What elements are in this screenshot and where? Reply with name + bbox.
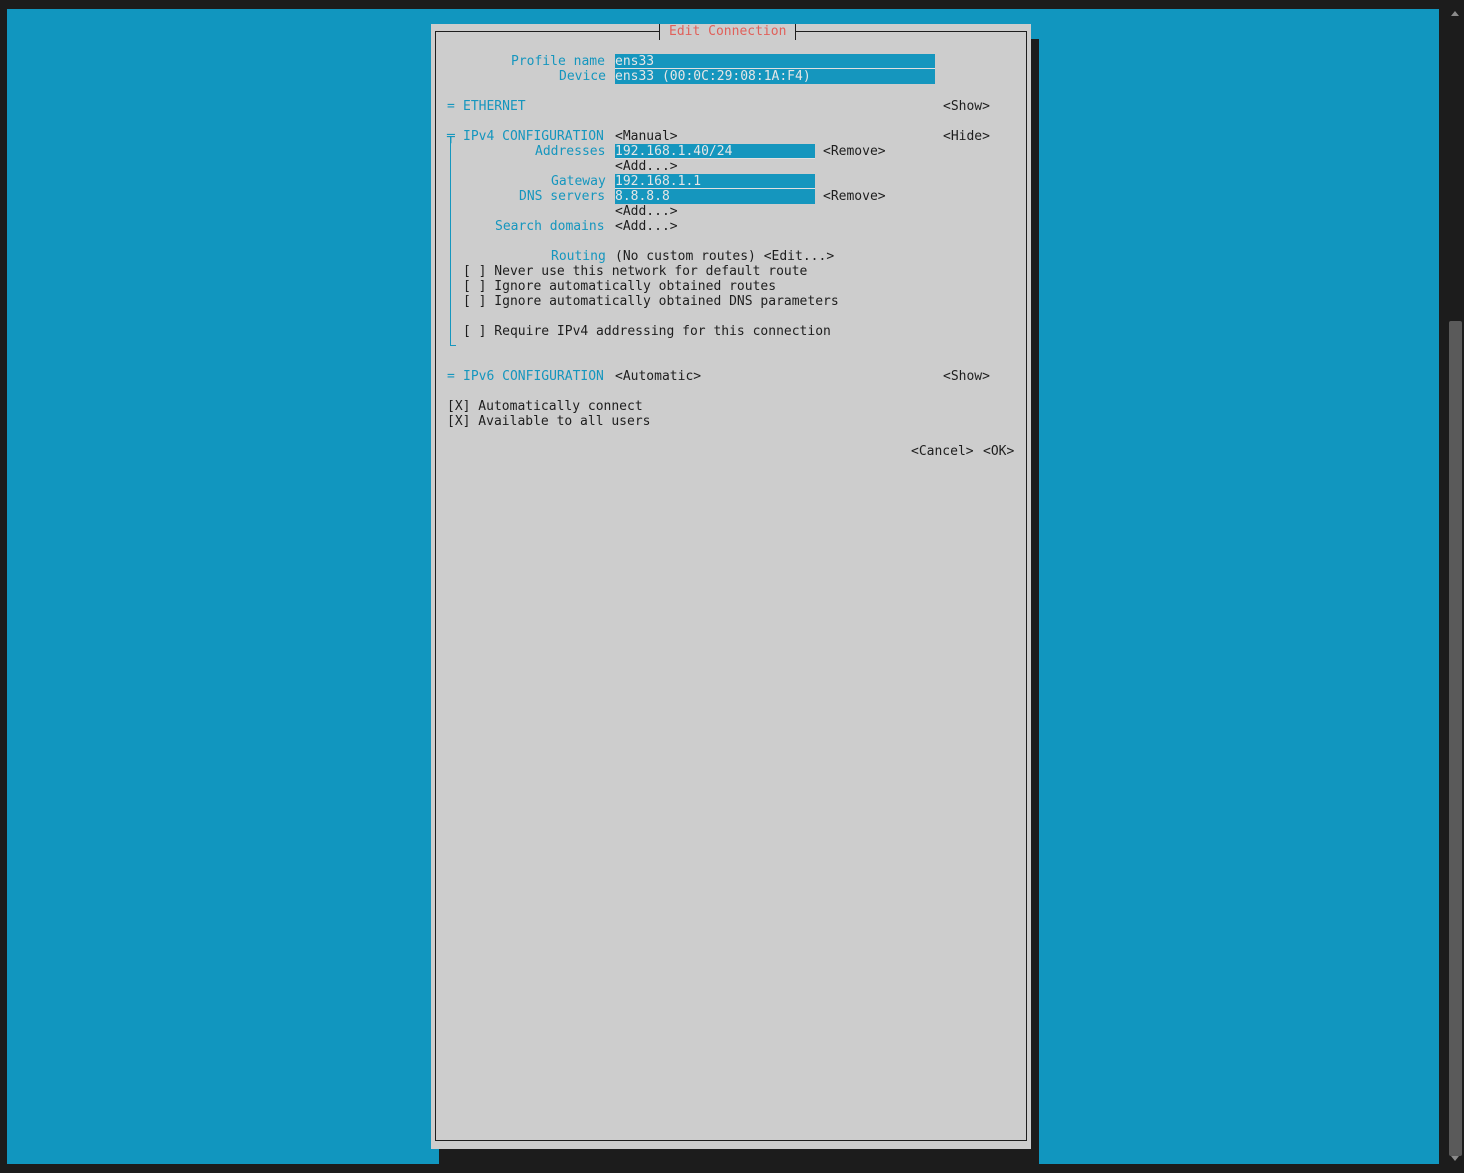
never-default-route-checkbox[interactable]: [ ] Never use this network for default r… [463, 264, 807, 279]
ipv6-show-button[interactable]: <Show> [943, 369, 990, 384]
ipv6-section-label: IPv6 CONFIGURATION [463, 369, 604, 384]
ipv4-mode-select[interactable]: <Manual> [615, 129, 678, 144]
dns-server-input[interactable]: 8.8.8.8 [615, 189, 815, 204]
profile-name-input[interactable]: ens33 [615, 54, 935, 69]
dns-servers-label: DNS servers [519, 189, 606, 204]
gateway-value: 192.168.1.1 [615, 174, 702, 189]
routing-edit-button[interactable]: (No custom routes) <Edit...> [615, 249, 834, 264]
dns-server-value: 8.8.8.8 [615, 189, 670, 204]
routing-label: Routing [551, 249, 606, 264]
ok-button[interactable]: <OK> [983, 444, 1014, 459]
add-address-button[interactable]: <Add...> [615, 159, 678, 174]
ipv4-section-bracket [450, 136, 451, 345]
address-value: 192.168.1.40/24 [615, 144, 733, 159]
addresses-label: Addresses [535, 144, 606, 159]
require-ipv4-checkbox[interactable]: [ ] Require IPv4 addressing for this con… [463, 324, 831, 339]
scroll-up-icon[interactable] [1451, 11, 1459, 16]
ipv6-marker: = [447, 369, 455, 384]
ignore-dns-checkbox[interactable]: [ ] Ignore automatically obtained DNS pa… [463, 294, 839, 309]
dialog-title: Edit Connection [659, 24, 797, 40]
ethernet-marker: = [447, 99, 455, 114]
add-search-domain-button[interactable]: <Add...> [615, 219, 678, 234]
gateway-label: Gateway [551, 174, 606, 189]
ethernet-show-button[interactable]: <Show> [943, 99, 990, 114]
terminal-scrollbar[interactable] [1447, 9, 1464, 1164]
address-input[interactable]: 192.168.1.40/24 [615, 144, 815, 159]
search-domains-label: Search domains [495, 219, 605, 234]
scroll-down-icon[interactable] [1451, 1156, 1459, 1161]
profile-name-label: Profile name [511, 54, 605, 69]
ethernet-section-label: ETHERNET [463, 99, 526, 114]
ipv4-section-label: IPv4 CONFIGURATION [463, 129, 604, 144]
add-dns-button[interactable]: <Add...> [615, 204, 678, 219]
remove-dns-button[interactable]: <Remove> [823, 189, 886, 204]
gateway-input[interactable]: 192.168.1.1 [615, 174, 815, 189]
profile-name-value: ens33 [615, 54, 655, 69]
device-label: Device [559, 69, 606, 84]
edit-connection-dialog: Edit Connection Profile name ens33 Devic… [431, 24, 1031, 1149]
ipv4-hide-button[interactable]: <Hide> [943, 129, 990, 144]
ipv6-mode-select[interactable]: <Automatic> [615, 369, 701, 384]
cancel-button[interactable]: <Cancel> [911, 444, 974, 459]
ignore-routes-checkbox[interactable]: [ ] Ignore automatically obtained routes [463, 279, 776, 294]
device-input[interactable]: ens33 (00:0C:29:08:1A:F4) [615, 69, 935, 84]
device-value: ens33 (00:0C:29:08:1A:F4) [615, 69, 811, 84]
scroll-thumb[interactable] [1449, 321, 1462, 1156]
ipv4-section-bracket-end [450, 345, 456, 346]
remove-address-button[interactable]: <Remove> [823, 144, 886, 159]
available-all-users-checkbox[interactable]: [X] Available to all users [447, 414, 651, 429]
auto-connect-checkbox[interactable]: [X] Automatically connect [447, 399, 643, 414]
